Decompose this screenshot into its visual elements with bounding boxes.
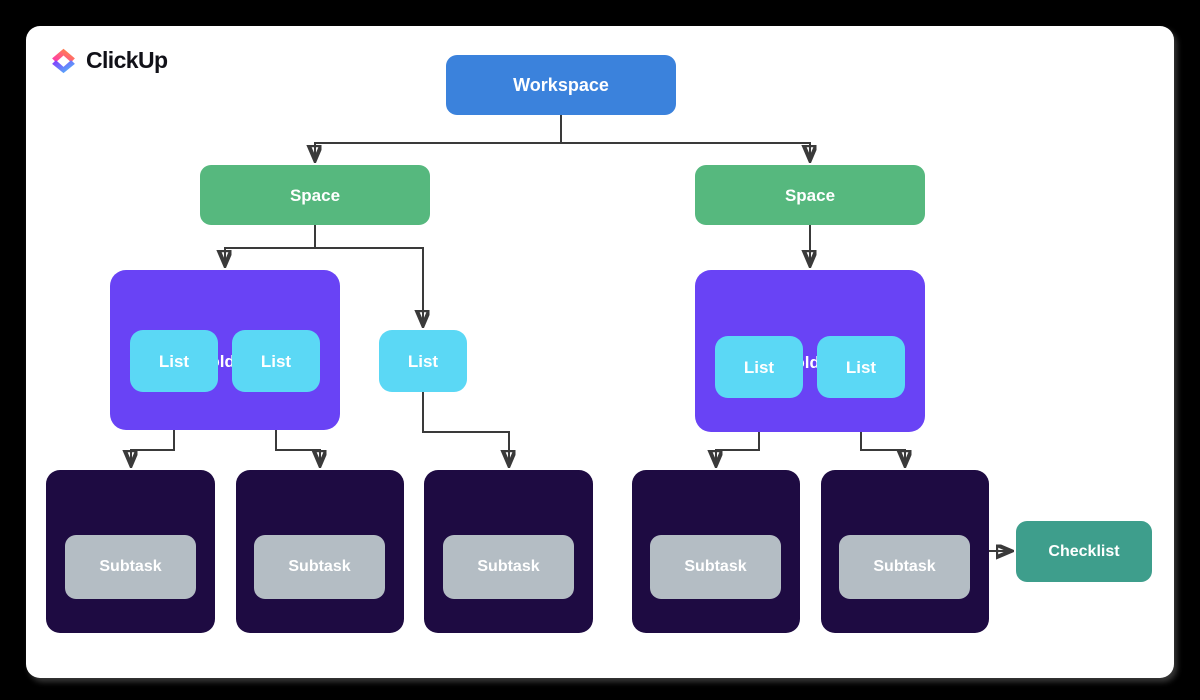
node-task-2[interactable]: TaskSubtask [236, 470, 404, 633]
node-space-right[interactable]: Space [695, 165, 925, 225]
node-folder-right[interactable]: Folder List List [695, 270, 925, 432]
diagram-stage: ClickUp Workspace Space Space Folder List Lis… [0, 0, 1200, 700]
node-list-f2-b[interactable]: List [817, 336, 905, 398]
node-label-space-left: Space [289, 185, 341, 205]
node-label-subtask-1: Subtask [99, 558, 162, 575]
node-label-list-f2-b: List [845, 357, 877, 377]
node-subtask-4[interactable]: Subtask [650, 535, 781, 599]
node-label-list-solo: List [407, 351, 439, 371]
node-task-4[interactable]: TaskSubtask [632, 470, 800, 633]
clickup-logo-icon [52, 48, 75, 73]
clickup-wordmark: ClickUp [86, 46, 168, 73]
node-label-list-f1-b: List [260, 351, 292, 371]
node-space-left[interactable]: Space [200, 165, 430, 225]
node-label-subtask-3: Subtask [477, 558, 540, 575]
node-label-list-f1-a: List [158, 351, 190, 371]
node-list-f1-b[interactable]: List [232, 330, 320, 392]
node-task-5[interactable]: TaskSubtask [821, 470, 989, 633]
node-label-subtask-5: Subtask [873, 558, 936, 575]
node-label-checklist: Checklist [1048, 542, 1120, 560]
node-label-list-f2-a: List [743, 357, 775, 377]
node-subtask-5[interactable]: Subtask [839, 535, 970, 599]
node-folder-left[interactable]: Folder List List [110, 270, 340, 430]
node-list-f1-a[interactable]: List [130, 330, 218, 392]
node-subtask-3[interactable]: Subtask [443, 535, 574, 599]
node-list-solo[interactable]: List [379, 330, 467, 392]
node-label-subtask-2: Subtask [288, 558, 351, 575]
node-label-space-right: Space [784, 185, 836, 205]
clickup-brand: ClickUp [50, 44, 168, 76]
node-list-f2-a[interactable]: List [715, 336, 803, 398]
node-task-1[interactable]: TaskSubtask [46, 470, 215, 633]
node-subtask-1[interactable]: Subtask [65, 535, 196, 599]
node-label-workspace: Workspace [513, 75, 609, 95]
node-checklist[interactable]: Checklist [1016, 521, 1152, 582]
node-label-subtask-4: Subtask [684, 558, 747, 575]
node-subtask-2[interactable]: Subtask [254, 535, 385, 599]
node-workspace[interactable]: Workspace [446, 55, 676, 115]
node-task-3[interactable]: TaskSubtask [424, 470, 593, 633]
